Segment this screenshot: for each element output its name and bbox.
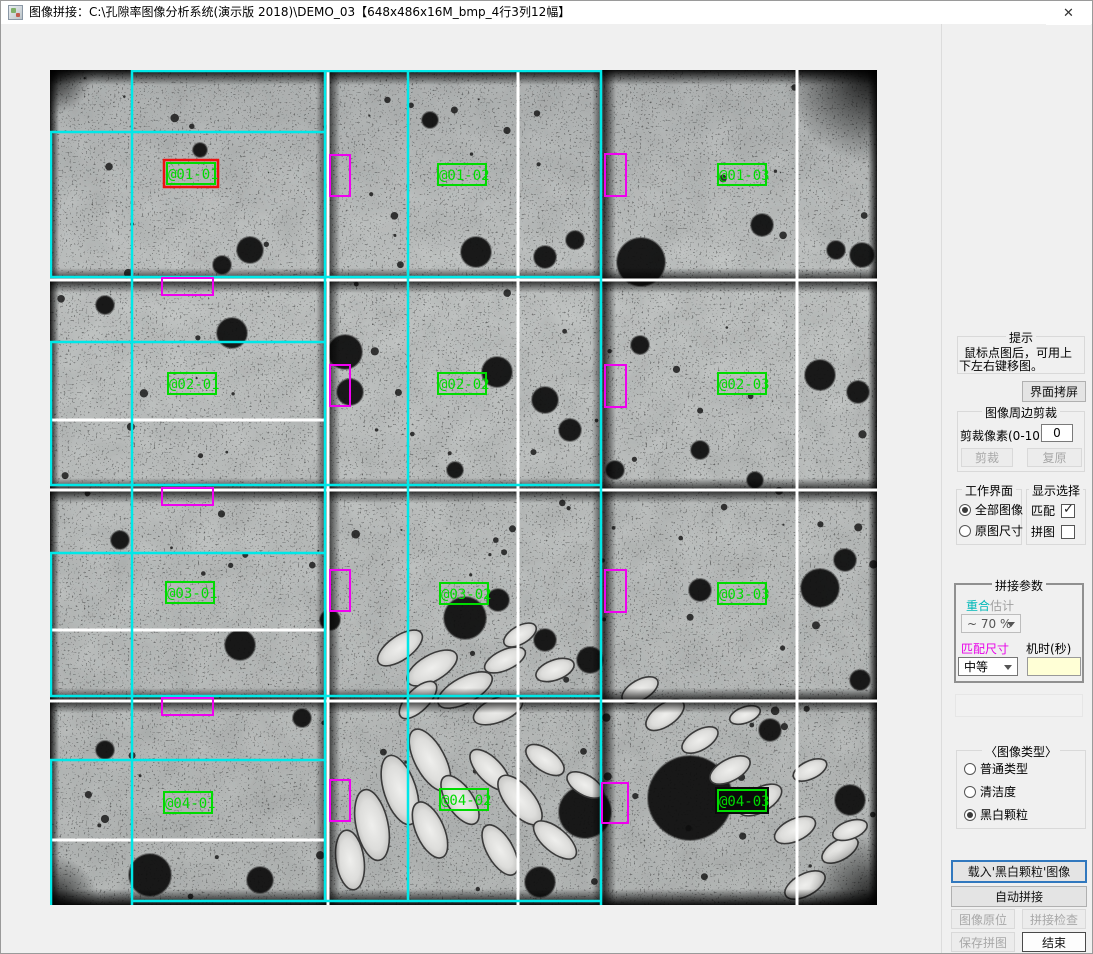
overlap-combo[interactable]: ~ 70 %: [961, 614, 1021, 633]
screen-copy-button[interactable]: 界面拷屏: [1022, 381, 1086, 402]
stitch-check-button[interactable]: 拼接检查: [1022, 909, 1086, 929]
stitch-checkbox[interactable]: [1061, 525, 1075, 539]
radio-normal-type-label: 普通类型: [980, 760, 1028, 777]
hint-line-2: 下左右键移图。: [959, 357, 1043, 374]
radio-all-images-circle: [959, 504, 971, 516]
svg-text:@01-03: @01-03: [719, 168, 770, 184]
match-check-row[interactable]: 匹配: [1031, 502, 1075, 519]
load-bw-image-button[interactable]: 载入'黑白颗粒'图像: [951, 860, 1087, 883]
match-size-combo-value: 中等: [964, 658, 988, 675]
radio-cleanliness-circle: [964, 786, 976, 798]
image-type-group-title: 〈图像类型〉: [982, 743, 1060, 760]
machine-time-field[interactable]: [1027, 657, 1081, 676]
save-stitch-button[interactable]: 保存拼图: [951, 932, 1015, 952]
crop-group-title: 图像周边剪裁: [982, 404, 1060, 421]
overlap-combo-value: ~ 70 %: [967, 617, 1011, 631]
params-group-title: 拼接参数: [992, 577, 1046, 594]
svg-text:@04-03: @04-03: [719, 794, 770, 810]
radio-normal-type-circle: [964, 763, 976, 775]
svg-text:@02-02: @02-02: [439, 377, 490, 393]
restore-button[interactable]: 复原: [1027, 448, 1082, 467]
svg-text:@02-01: @02-01: [169, 377, 220, 393]
svg-text:@03-02: @03-02: [441, 587, 492, 603]
close-button[interactable]: ✕: [1046, 2, 1091, 25]
status-box: [955, 694, 1083, 717]
radio-all-images-label: 全部图像: [975, 501, 1023, 518]
stitch-check-label: 拼图: [1031, 523, 1055, 540]
app-window: { "window": { "title": "图像拼接：C:\\孔隙率图像分析…: [0, 0, 1093, 954]
auto-stitch-button[interactable]: 自动拼接: [951, 886, 1087, 907]
end-button[interactable]: 结束: [1022, 932, 1086, 952]
panel-separator: [941, 24, 942, 953]
radio-original-size-circle: [959, 525, 971, 537]
svg-text:@04-02: @04-02: [441, 793, 492, 809]
overlap-label-hl: 重合: [966, 599, 990, 613]
match-size-label: 匹配尺寸: [961, 640, 1009, 657]
crop-button[interactable]: 剪裁: [961, 448, 1013, 467]
stitch-canvas[interactable]: @01-01 @01-02 @01-03 @02-01 @02-02 @02-03 @03-…: [50, 70, 877, 905]
chevron-down-icon: [1007, 622, 1015, 627]
title-bar: 图像拼接：C:\孔隙率图像分析系统(演示版 2018)\DEMO_03【648x…: [1, 1, 1092, 24]
stitch-check-row[interactable]: 拼图: [1031, 523, 1075, 540]
svg-text:@04-01: @04-01: [165, 796, 216, 812]
workspace-group-title: 工作界面: [962, 482, 1016, 499]
machine-time-label: 机时(秒): [1026, 640, 1071, 657]
image-reset-button[interactable]: 图像原位: [951, 909, 1015, 929]
radio-bw-particles-label: 黑白颗粒: [980, 806, 1028, 823]
radio-original-size-label: 原图尺寸: [975, 522, 1023, 539]
display-group-title: 显示选择: [1029, 482, 1083, 499]
match-size-combo[interactable]: 中等: [958, 657, 1018, 676]
match-checkbox[interactable]: [1061, 504, 1075, 518]
overlap-label-rest: 估计: [990, 599, 1014, 613]
radio-cleanliness-label: 清洁度: [980, 783, 1016, 800]
radio-original-size[interactable]: 原图尺寸: [959, 522, 1023, 539]
overlap-label: 重合估计: [966, 597, 1014, 614]
svg-text:@03-03: @03-03: [719, 587, 770, 603]
crop-pixels-label: 剪裁像素(0-10): [960, 427, 1045, 444]
window-title: 图像拼接：C:\孔隙率图像分析系统(演示版 2018)\DEMO_03【648x…: [29, 1, 570, 24]
svg-text:@02-03: @02-03: [719, 377, 770, 393]
radio-bw-particles-circle: [964, 809, 976, 821]
svg-text:@01-01: @01-01: [168, 167, 219, 183]
radio-all-images[interactable]: 全部图像: [959, 501, 1023, 518]
svg-text:@03-01: @03-01: [167, 586, 218, 602]
app-icon: [8, 5, 23, 20]
match-check-label: 匹配: [1031, 502, 1055, 519]
radio-normal-type[interactable]: 普通类型: [964, 760, 1028, 777]
radio-cleanliness[interactable]: 清洁度: [964, 783, 1016, 800]
chevron-down-icon: [1004, 665, 1012, 670]
radio-bw-particles[interactable]: 黑白颗粒: [964, 806, 1028, 823]
crop-pixels-input[interactable]: 0: [1041, 424, 1073, 442]
svg-text:@01-02: @01-02: [439, 168, 490, 184]
